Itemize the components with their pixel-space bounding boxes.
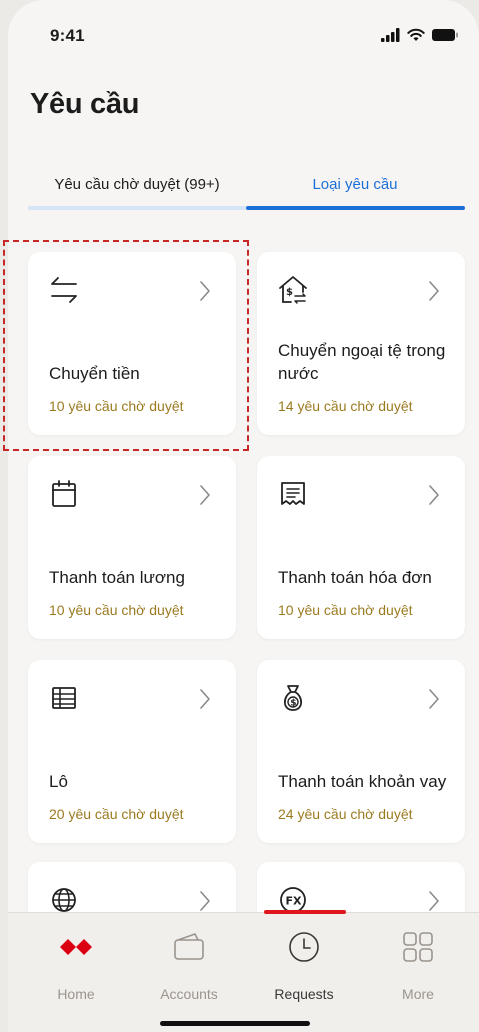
signal-icon	[381, 28, 400, 42]
home-indicator	[160, 1021, 310, 1026]
status-icons	[381, 28, 459, 42]
clock-icon	[289, 932, 319, 962]
app-screen: 9:41 Yêu cầu Yêu cầu chờ duyệt (99+) Loạ…	[8, 0, 479, 1032]
tab-underline-active	[246, 206, 465, 210]
card-bill-payment[interactable]: Thanh toán hóa đơn 10 yêu cầu chờ duyệt	[257, 456, 465, 639]
chevron-right-icon	[429, 891, 439, 911]
transfer-arrows-icon	[51, 277, 77, 303]
card-payroll[interactable]: Thanh toán lương 10 yêu cầu chờ duyệt	[28, 456, 236, 639]
tab-label: Requests	[274, 986, 334, 1002]
card-pending-count: 20 yêu cầu chờ duyệt	[49, 806, 184, 822]
house-currency-icon: $	[279, 276, 307, 304]
tab-accounts[interactable]: Accounts	[139, 923, 239, 1003]
svg-text:$: $	[290, 699, 296, 709]
card-pending-count: 14 yêu cầu chờ duyệt	[278, 398, 413, 414]
tab-label: Home	[57, 986, 95, 1002]
card-title: Chuyển ngoại tệ trong nước	[278, 341, 446, 383]
card-pending-count: 24 yêu cầu chờ duyệt	[278, 806, 413, 822]
status-bar: 9:41	[8, 0, 479, 70]
wallet-icon	[174, 933, 204, 960]
chevron-right-icon	[200, 689, 210, 709]
card-title: Thanh toán hóa đơn	[278, 568, 432, 587]
card-loan-payment[interactable]: $ Thanh toán khoản vay 24 yêu cầu chờ du…	[257, 660, 465, 843]
battery-icon	[432, 29, 458, 41]
chevron-right-icon	[429, 689, 439, 709]
tab-pending-requests[interactable]: Yêu cầu chờ duyệt (99+)	[28, 170, 246, 210]
active-tab-indicator	[264, 910, 346, 914]
tab-request-types[interactable]: Loại yêu cầu	[246, 170, 464, 210]
card-title: Lô	[49, 772, 68, 791]
wifi-icon	[407, 28, 425, 41]
page-title: Yêu cầu	[30, 88, 140, 120]
tab-more[interactable]: More	[368, 923, 468, 1003]
grid-icon	[403, 932, 433, 962]
bottom-tab-bar: Home Accounts Requests More	[8, 910, 479, 1032]
card-pending-count: 10 yêu cầu chờ duyệt	[278, 602, 413, 618]
tab-label: Accounts	[160, 986, 218, 1002]
card-batch[interactable]: Lô 20 yêu cầu chờ duyệt	[28, 660, 236, 843]
svg-text:$: $	[286, 287, 293, 298]
chevron-right-icon	[200, 485, 210, 505]
card-pending-count: 10 yêu cầu chờ duyệt	[49, 398, 184, 414]
card-title: Thanh toán lương	[49, 568, 185, 587]
tab-label: More	[402, 986, 434, 1002]
tab-home[interactable]: Home	[26, 923, 126, 1003]
card-domestic-fx-transfer[interactable]: $ Chuyển ngoại tệ trong nước 14 yêu cầu …	[257, 252, 465, 435]
tab-underline-inactive	[28, 206, 246, 210]
table-icon	[52, 687, 76, 709]
tab-requests[interactable]: Requests	[254, 923, 354, 1003]
chevron-right-icon	[200, 281, 210, 301]
card-title: Thanh toán khoản vay	[278, 772, 447, 791]
calendar-icon	[52, 480, 76, 507]
chevron-right-icon	[429, 485, 439, 505]
card-pending-count: 10 yêu cầu chờ duyệt	[49, 602, 184, 618]
money-bag-icon: $	[283, 685, 303, 711]
hsbc-logo-icon	[60, 939, 92, 955]
card-title: Chuyển tiền	[49, 364, 140, 383]
receipt-icon	[281, 482, 305, 505]
segment-tabs: Yêu cầu chờ duyệt (99+) Loại yêu cầu	[28, 170, 465, 214]
card-transfer[interactable]: Chuyển tiền 10 yêu cầu chờ duyệt	[28, 252, 236, 435]
svg-text:FX: FX	[286, 895, 303, 908]
chevron-right-icon	[200, 891, 210, 911]
status-time: 9:41	[50, 26, 85, 45]
chevron-right-icon	[429, 281, 439, 301]
